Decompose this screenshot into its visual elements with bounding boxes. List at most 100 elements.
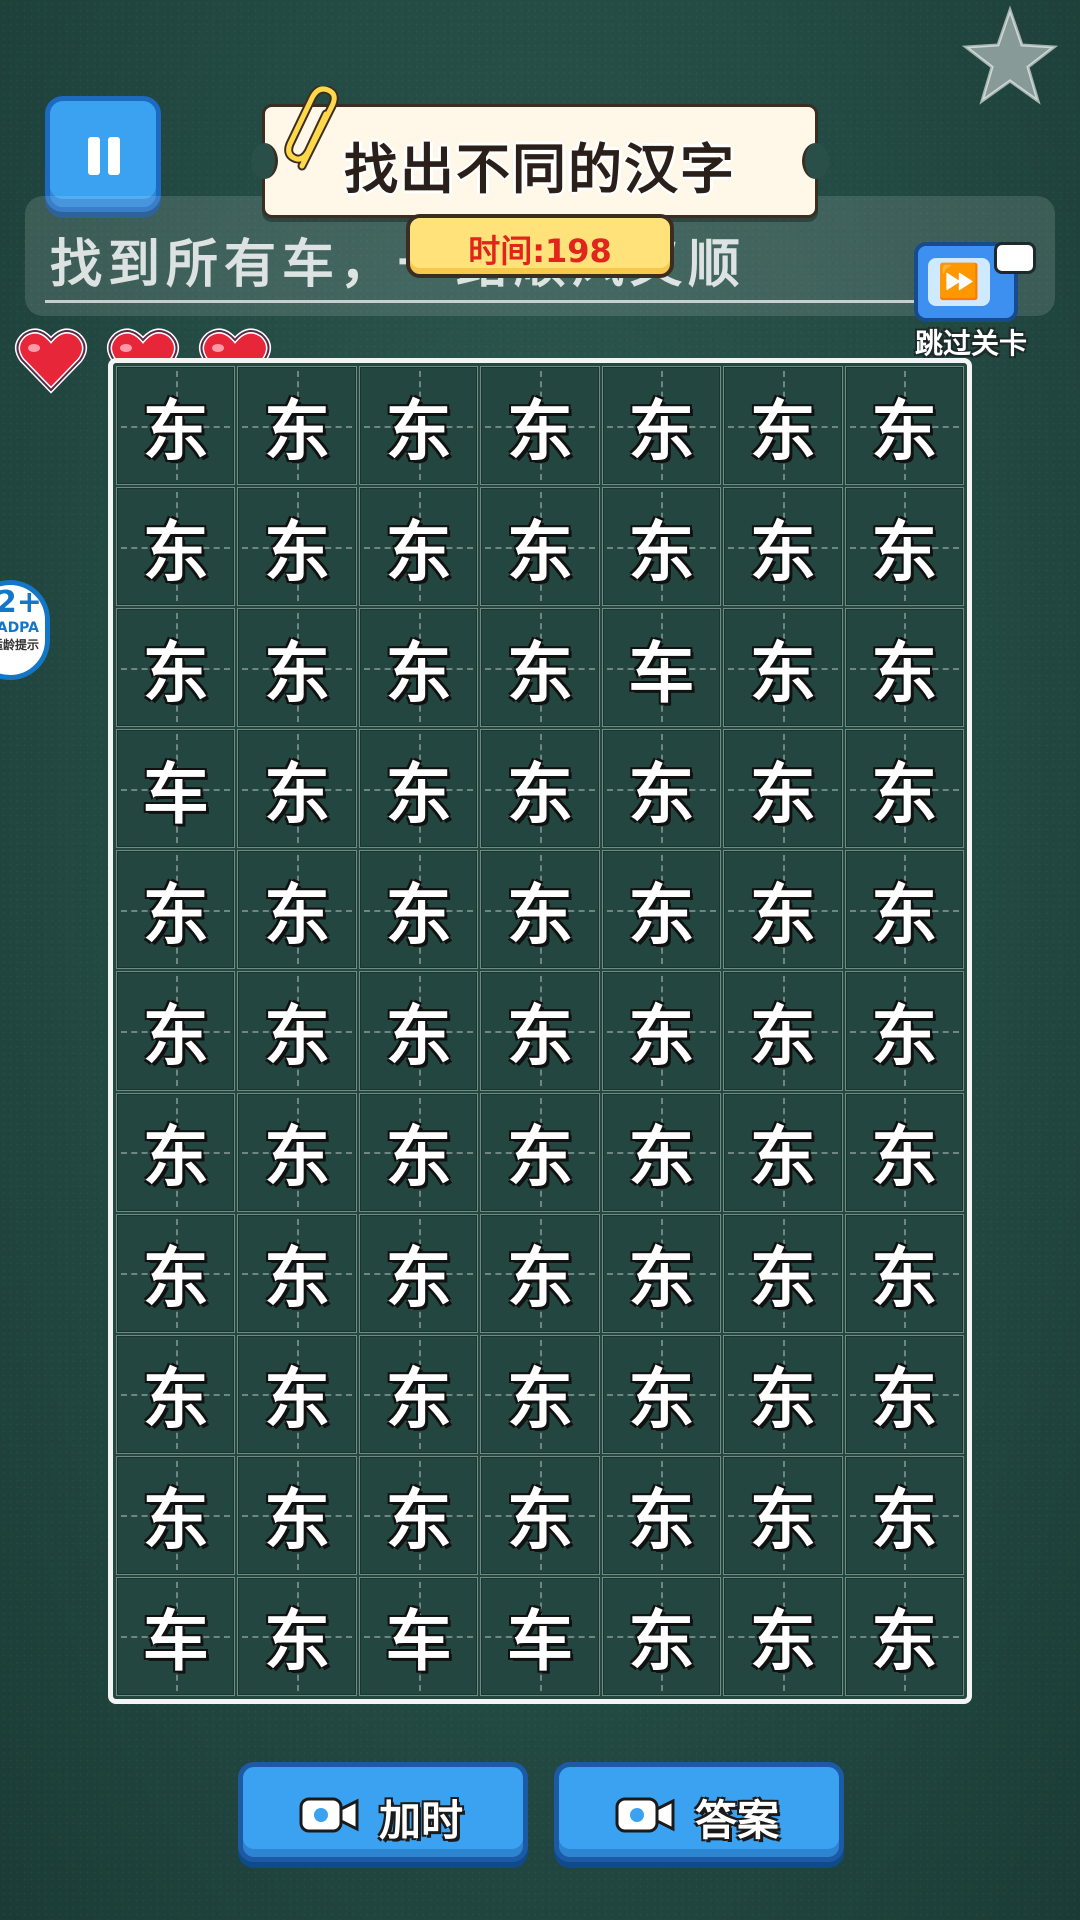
grid-cell[interactable]: 东	[844, 487, 964, 607]
grid-cell[interactable]: 东	[358, 1092, 479, 1212]
grid-cell[interactable]: 东	[358, 971, 479, 1091]
grid-cell-character: 东	[506, 513, 573, 591]
grid-cell[interactable]: 东	[358, 729, 479, 849]
grid-cell[interactable]: 东	[116, 850, 236, 970]
character-grid-board: 东东东东东东东东东东东东东东东东东东车东东车东东东东东东东东东东东东东东东东东东…	[108, 358, 972, 1704]
grid-cell[interactable]: 东	[116, 487, 236, 607]
grid-cell[interactable]: 东	[601, 366, 722, 486]
grid-cell[interactable]: 东	[844, 608, 964, 728]
grid-cell-character: 东	[871, 1482, 938, 1560]
grid-cell[interactable]: 东	[601, 1455, 722, 1575]
grid-cell[interactable]: 东	[237, 1213, 357, 1333]
grid-cell[interactable]: 东	[480, 366, 600, 486]
grid-cell[interactable]: 东	[601, 1576, 722, 1696]
grid-cell[interactable]: 东	[480, 1334, 600, 1454]
grid-cell[interactable]: 东	[237, 971, 357, 1091]
grid-cell[interactable]: 东	[116, 608, 236, 728]
grid-cell[interactable]: 东	[601, 1092, 722, 1212]
grid-cell[interactable]: 东	[116, 1455, 236, 1575]
grid-cell[interactable]: 东	[116, 366, 236, 486]
grid-cell[interactable]: 东	[358, 608, 479, 728]
answer-button[interactable]: 答案	[554, 1762, 844, 1862]
grid-cell[interactable]: 东	[237, 608, 357, 728]
grid-cell[interactable]: 东	[723, 1092, 843, 1212]
grid-cell[interactable]: 东	[237, 366, 357, 486]
grid-cell-character: 东	[628, 1603, 695, 1681]
grid-cell[interactable]: 车	[480, 1576, 600, 1696]
grid-cell-character: 东	[142, 392, 209, 470]
grid-cell[interactable]: 东	[480, 971, 600, 1091]
pause-button[interactable]	[45, 96, 161, 212]
grid-cell-character: 东	[871, 755, 938, 833]
grid-cell[interactable]: 东	[723, 729, 843, 849]
timer-text: 时间:198	[468, 232, 612, 270]
grid-cell-character: 东	[264, 876, 331, 954]
grid-cell-character: 东	[506, 1119, 573, 1197]
grid-cell[interactable]: 东	[237, 1455, 357, 1575]
grid-cell[interactable]: 东	[723, 850, 843, 970]
grid-cell[interactable]: 东	[358, 487, 479, 607]
grid-cell[interactable]: 东	[237, 850, 357, 970]
grid-cell[interactable]: 东	[844, 1213, 964, 1333]
grid-cell[interactable]: 车	[116, 729, 236, 849]
grid-cell[interactable]: 东	[844, 1092, 964, 1212]
grid-cell[interactable]: 东	[723, 1576, 843, 1696]
grid-cell[interactable]: 东	[723, 366, 843, 486]
grid-cell[interactable]: 东	[116, 1213, 236, 1333]
grid-cell[interactable]: 东	[237, 1576, 357, 1696]
add-time-button[interactable]: 加时	[238, 1762, 528, 1862]
grid-cell[interactable]: 东	[601, 729, 722, 849]
grid-cell[interactable]: 东	[723, 1334, 843, 1454]
age-rating-badge[interactable]: 12+ CADPA 适龄提示	[0, 580, 50, 680]
grid-cell-character: 东	[506, 1240, 573, 1318]
grid-cell[interactable]: 东	[601, 1334, 722, 1454]
grid-cell[interactable]: 车	[358, 1576, 479, 1696]
grid-cell[interactable]: 东	[358, 366, 479, 486]
grid-cell[interactable]: 东	[844, 366, 964, 486]
grid-cell[interactable]: 东	[723, 1213, 843, 1333]
grid-cell[interactable]: 东	[723, 608, 843, 728]
grid-cell[interactable]: 东	[480, 1213, 600, 1333]
grid-cell[interactable]: 东	[116, 971, 236, 1091]
grid-cell[interactable]: 东	[116, 1092, 236, 1212]
grid-cell[interactable]: 车	[601, 608, 722, 728]
grid-cell[interactable]: 东	[480, 850, 600, 970]
grid-cell[interactable]: 东	[480, 487, 600, 607]
grid-cell[interactable]: 东	[480, 1455, 600, 1575]
grid-cell-character: 东	[506, 876, 573, 954]
grid-cell-character: 东	[749, 997, 816, 1075]
grid-cell[interactable]: 东	[116, 1334, 236, 1454]
grid-cell[interactable]: 东	[358, 1334, 479, 1454]
grid-cell[interactable]: 东	[844, 850, 964, 970]
grid-cell[interactable]: 东	[358, 1213, 479, 1333]
grid-cell[interactable]: 东	[723, 1455, 843, 1575]
grid-cell[interactable]: 东	[480, 1092, 600, 1212]
skip-level-button[interactable]: ⏩ 跳过关卡	[906, 222, 1036, 362]
grid-cell[interactable]: 东	[358, 850, 479, 970]
grid-cell-character: 东	[871, 634, 938, 712]
grid-cell[interactable]: 车	[116, 1576, 236, 1696]
grid-cell[interactable]: 东	[844, 729, 964, 849]
grid-cell[interactable]: 东	[844, 1576, 964, 1696]
grid-cell-character: 东	[749, 1361, 816, 1439]
grid-cell[interactable]: 东	[480, 729, 600, 849]
grid-cell-character: 东	[385, 876, 452, 954]
grid-cell[interactable]: 东	[601, 850, 722, 970]
grid-cell-character: 东	[628, 1240, 695, 1318]
grid-cell[interactable]: 东	[601, 971, 722, 1091]
grid-cell[interactable]: 东	[844, 1455, 964, 1575]
grid-cell-character: 东	[264, 1482, 331, 1560]
grid-cell[interactable]: 东	[358, 1455, 479, 1575]
grid-cell[interactable]: 东	[844, 1334, 964, 1454]
grid-cell[interactable]: 东	[844, 971, 964, 1091]
grid-cell[interactable]: 东	[237, 487, 357, 607]
grid-cell[interactable]: 东	[723, 487, 843, 607]
grid-cell[interactable]: 东	[237, 1092, 357, 1212]
grid-cell[interactable]: 东	[723, 971, 843, 1091]
grid-cell[interactable]: 东	[480, 608, 600, 728]
grid-cell[interactable]: 东	[601, 487, 722, 607]
grid-cell-character: 东	[264, 513, 331, 591]
grid-cell[interactable]: 东	[237, 729, 357, 849]
grid-cell[interactable]: 东	[237, 1334, 357, 1454]
grid-cell[interactable]: 东	[601, 1213, 722, 1333]
